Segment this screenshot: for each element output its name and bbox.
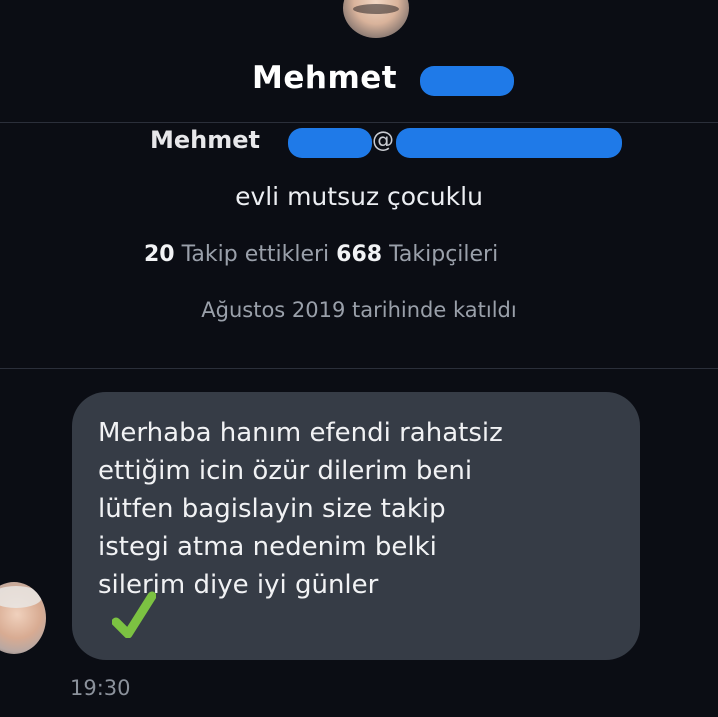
- following-count[interactable]: 20: [144, 242, 175, 267]
- profile-stats: 20 Takip ettikleri 668 Takipçileri: [144, 242, 498, 267]
- message-line: istegi atma nedenim belki: [98, 532, 437, 562]
- message-timestamp: 19:30: [70, 676, 131, 700]
- profile-display-name: Mehmet: [252, 60, 398, 96]
- message-text: Merhaba hanım efendi rahatsiz ettiğim ic…: [98, 414, 618, 604]
- message-line: lütfen bagislayin size takip: [98, 494, 446, 524]
- sender-avatar[interactable]: [0, 582, 46, 654]
- handle-redaction-mark-2: [396, 128, 622, 158]
- message-line: Merhaba hanım efendi rahatsiz: [98, 418, 503, 448]
- header-divider: [0, 122, 718, 123]
- profile-at-symbol: @: [372, 128, 394, 153]
- handle-redaction-mark-1: [288, 128, 372, 158]
- profile-joined-date: Ağustos 2019 tarihinde katıldı: [201, 298, 517, 322]
- profile-avatar[interactable]: [343, 0, 409, 38]
- conversation-divider: [0, 368, 718, 369]
- followers-count[interactable]: 668: [336, 242, 382, 267]
- message-line: ettiğim icin özür dilerim beni: [98, 456, 473, 486]
- name-redaction-mark: [420, 66, 514, 96]
- following-label[interactable]: Takip ettikleri: [182, 242, 330, 267]
- message-line: silerim diye iyi günler: [98, 570, 379, 600]
- green-checkmark-icon: [112, 591, 156, 638]
- profile-handle: Mehmet: [150, 126, 261, 154]
- profile-bio: evli mutsuz çocuklu: [235, 182, 483, 211]
- followers-label[interactable]: Takipçileri: [389, 242, 498, 267]
